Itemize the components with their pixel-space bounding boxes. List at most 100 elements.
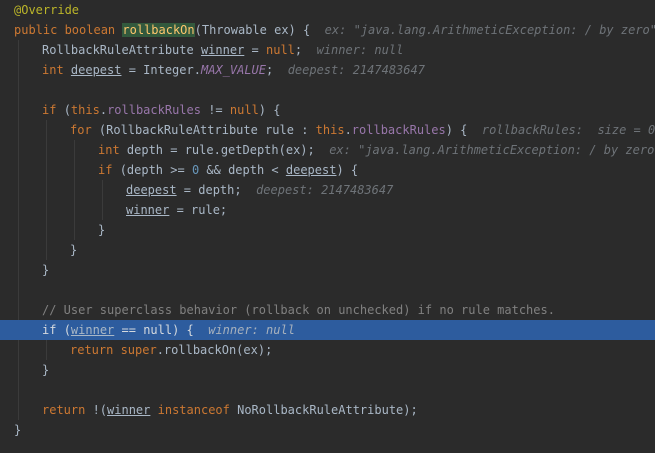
code-text: // User superclass behavior (rollback on…: [42, 300, 555, 320]
code-text: }: [14, 420, 21, 440]
inline-debug-value: deepest: 2147483647: [287, 63, 425, 77]
code-token: null: [229, 103, 259, 117]
code-token: ) {: [258, 103, 281, 117]
code-text: return !(winner instanceof NoRollbackRul…: [42, 400, 418, 420]
code-token: return: [70, 343, 121, 357]
code-token: if: [42, 323, 64, 337]
code-line[interactable]: }: [0, 420, 655, 440]
code-token: (Throwable ex) {: [194, 23, 325, 37]
code-token: if: [42, 103, 64, 117]
code-token: public: [14, 23, 65, 37]
code-token: (RollbackRuleAttribute rule :: [98, 123, 316, 137]
code-token: rollbackOn: [122, 23, 195, 37]
code-line[interactable]: return !(winner instanceof NoRollbackRul…: [0, 400, 655, 420]
code-token: ==: [114, 323, 144, 337]
code-token: ) {: [445, 123, 482, 137]
code-token: .rollbackOn(ex);: [156, 343, 273, 357]
code-token: this: [315, 123, 345, 137]
code-line[interactable]: int depth = rule.getDepth(ex); ex: "java…: [0, 140, 655, 160]
code-token: RollbackRuleAttribute: [42, 43, 201, 57]
code-token: if: [98, 163, 120, 177]
code-token: }: [42, 263, 50, 277]
inline-debug-value: deepest: 2147483647: [256, 183, 394, 197]
code-token: rollbackRules: [107, 103, 201, 117]
code-token: }: [14, 423, 22, 437]
code-text: if (winner == null) { winner: null: [42, 320, 295, 340]
code-token: winner: [70, 323, 115, 337]
code-token: }: [42, 363, 50, 377]
code-line[interactable]: }: [0, 260, 655, 280]
code-token: boolean: [64, 23, 123, 37]
code-line[interactable]: for (RollbackRuleAttribute rule : this.r…: [0, 120, 655, 140]
code-text: int deepest = Integer.MAX_VALUE; deepest…: [42, 60, 425, 80]
code-line[interactable]: @Override: [0, 0, 655, 20]
code-token: !=: [200, 103, 230, 117]
code-text: }: [98, 220, 105, 240]
code-line[interactable]: [0, 80, 655, 100]
code-token: }: [98, 223, 106, 237]
code-line[interactable]: winner = rule;: [0, 200, 655, 220]
code-text: if (depth >= 0 && depth < deepest) {: [98, 160, 358, 180]
inline-debug-value: rollbackRules: size = 0: [481, 123, 655, 137]
code-token: = rule;: [169, 203, 228, 217]
code-token: (depth >=: [119, 163, 192, 177]
code-token: ;: [294, 43, 317, 57]
inline-debug-value: ex: "java.lang.ArithmeticException: / by…: [329, 143, 655, 157]
code-token: MAX_VALUE: [200, 63, 266, 77]
code-token: deepest: [70, 63, 122, 77]
code-line[interactable]: if (this.rollbackRules != null) {: [0, 100, 655, 120]
code-line[interactable]: // User superclass behavior (rollback on…: [0, 300, 655, 320]
code-text: winner = rule;: [126, 200, 227, 220]
code-text: int depth = rule.getDepth(ex); ex: "java…: [98, 140, 655, 160]
code-token: null: [143, 323, 173, 337]
code-text: public boolean rollbackOn(Throwable ex) …: [14, 20, 655, 40]
code-line[interactable]: }: [0, 220, 655, 240]
code-text: }: [42, 260, 49, 280]
code-line[interactable]: [0, 280, 655, 300]
code-line[interactable]: if (depth >= 0 && depth < deepest) {: [0, 160, 655, 180]
code-token: .: [344, 123, 352, 137]
code-token: .: [99, 103, 108, 117]
code-token: this: [70, 103, 100, 117]
code-token: int: [98, 143, 127, 157]
code-text: RollbackRuleAttribute winner = null; win…: [42, 40, 403, 60]
code-token: ;: [266, 63, 288, 77]
code-token: winner: [200, 43, 245, 57]
code-token: rollbackRules: [351, 123, 446, 137]
code-text: if (this.rollbackRules != null) {: [42, 100, 280, 120]
inline-debug-value: winner: null: [208, 323, 295, 337]
code-token: super: [120, 343, 157, 357]
inline-debug-value: winner: null: [316, 43, 404, 57]
code-text: @Override: [14, 0, 79, 20]
code-line[interactable]: public boolean rollbackOn(Throwable ex) …: [0, 20, 655, 40]
code-token: for: [70, 123, 99, 137]
code-line[interactable]: int deepest = Integer.MAX_VALUE; deepest…: [0, 60, 655, 80]
code-token: = depth;: [176, 183, 257, 197]
code-text: for (RollbackRuleAttribute rule : this.r…: [70, 120, 655, 140]
code-editor[interactable]: @Override public boolean rollbackOn(Throw…: [0, 0, 655, 453]
code-token: (: [63, 323, 71, 337]
code-token: deepest: [285, 163, 337, 177]
code-line[interactable]: RollbackRuleAttribute winner = null; win…: [0, 40, 655, 60]
code-token: instanceof: [157, 403, 238, 417]
code-comment: // User superclass behavior (rollback on…: [42, 303, 555, 317]
code-line[interactable]: }: [0, 240, 655, 260]
code-line[interactable]: deepest = depth; deepest: 2147483647: [0, 180, 655, 200]
code-token: winner: [107, 403, 151, 417]
code-text: }: [70, 240, 77, 260]
code-token: int: [42, 63, 71, 77]
code-token: =: [244, 43, 266, 57]
code-token: (: [63, 103, 71, 117]
code-text: }: [42, 360, 49, 380]
code-text: return super.rollbackOn(ex);: [70, 340, 272, 360]
inline-debug-value: ex: "java.lang.ArithmeticException: / by…: [324, 23, 655, 37]
code-token: return: [42, 403, 93, 417]
code-line[interactable]: [0, 380, 655, 400]
code-line[interactable]: return super.rollbackOn(ex);: [0, 340, 655, 360]
code-token: depth = rule.getDepth(ex);: [126, 143, 330, 157]
execution-point-line[interactable]: if (winner == null) { winner: null: [0, 320, 655, 340]
code-token: && depth <: [199, 163, 286, 177]
code-token: = Integer.: [121, 63, 201, 77]
code-line[interactable]: }: [0, 360, 655, 380]
code-token: @Override: [14, 3, 80, 17]
